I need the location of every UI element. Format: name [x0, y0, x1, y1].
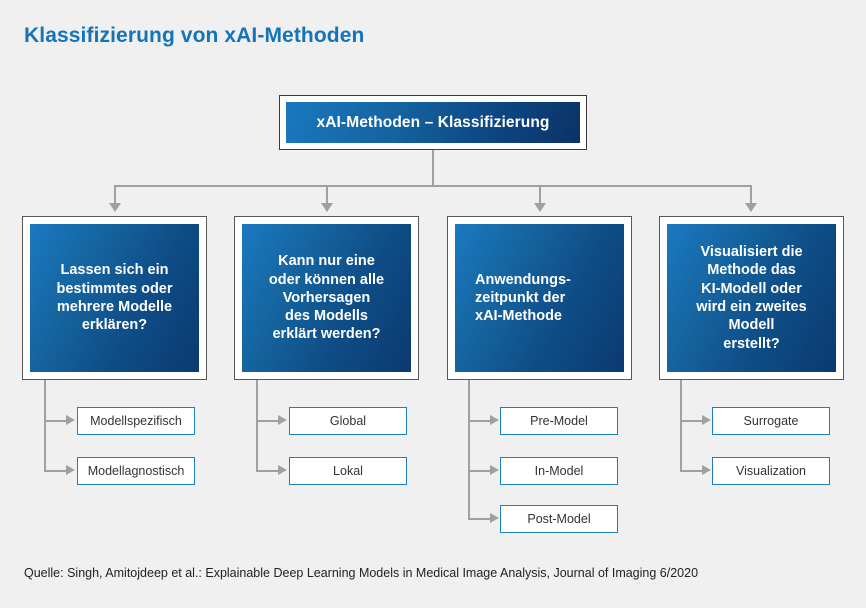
- arrowhead-down-2: [321, 203, 333, 212]
- arrowhead-right-3-3: [490, 513, 499, 523]
- root-node-label: xAI-Methoden – Klassifizierung: [316, 113, 550, 131]
- leaf-label-3-3: Post-Model: [527, 512, 591, 526]
- arrowhead-right-2-2: [278, 465, 287, 475]
- connector-branch-3-1: [468, 420, 492, 422]
- arrowhead-right-1-2: [66, 465, 75, 475]
- connector-branch-2-2: [256, 470, 280, 472]
- root-node-box: xAI-Methoden – Klassifizierung: [279, 95, 587, 150]
- category-label-3: Anwendungs- zeitpunkt der xAI-Methode: [475, 271, 571, 325]
- leaf-label-2-1: Global: [329, 414, 367, 428]
- leaf-box-3-1: Pre-Model: [500, 407, 618, 435]
- category-box-4: Visualisiert die Methode das KI-Modell o…: [659, 216, 844, 380]
- connector-root-bar: [114, 185, 751, 187]
- leaf-label-2-2: Lokal: [333, 464, 363, 478]
- connector-drop-4: [750, 185, 752, 205]
- leaf-box-2-2: Lokal: [289, 457, 407, 485]
- leaf-box-2-1: Global: [289, 407, 407, 435]
- connector-branch-4-2: [680, 470, 704, 472]
- category-fill-2: Kann nur eine oder können alle Vorhersag…: [242, 224, 411, 372]
- connector-branch-4-1: [680, 420, 704, 422]
- connector-root-trunk: [432, 150, 434, 186]
- arrowhead-right-4-1: [702, 415, 711, 425]
- category-fill-4: Visualisiert die Methode das KI-Modell o…: [667, 224, 836, 372]
- leaf-box-4-1: Surrogate: [712, 407, 830, 435]
- connector-trunk-col-1: [44, 380, 46, 471]
- source-caption: Quelle: Singh, Amitojdeep et al.: Explai…: [24, 566, 699, 580]
- category-label-4: Visualisiert die Methode das KI-Modell o…: [696, 244, 807, 352]
- leaf-box-4-2: Visualization: [712, 457, 830, 485]
- leaf-box-1-2: Modellagnostisch: [77, 457, 195, 485]
- category-label-2: Kann nur eine oder können alle Vorhersag…: [268, 253, 385, 343]
- arrowhead-down-3: [534, 203, 546, 212]
- leaf-label-4-1: Surrogate: [743, 414, 799, 428]
- connector-branch-3-2: [468, 470, 492, 472]
- leaf-box-3-3: Post-Model: [500, 505, 618, 533]
- connector-trunk-col-2: [256, 380, 258, 471]
- leaf-box-3-2: In-Model: [500, 457, 618, 485]
- arrowhead-right-2-1: [278, 415, 287, 425]
- leaf-label-4-2: Visualization: [736, 464, 806, 478]
- category-box-2: Kann nur eine oder können alle Vorhersag…: [234, 216, 419, 380]
- page-title: Klassifizierung von xAI-Methoden: [24, 24, 365, 47]
- connector-branch-1-2: [44, 470, 68, 472]
- connector-trunk-col-4: [680, 380, 682, 471]
- category-box-1: Lassen sich ein bestimmtes oder mehrere …: [22, 216, 207, 380]
- connector-drop-3: [539, 185, 541, 205]
- leaf-label-1-2: Modellagnostisch: [87, 464, 185, 478]
- category-label-1: Lassen sich ein bestimmtes oder mehrere …: [56, 262, 173, 334]
- connector-branch-2-1: [256, 420, 280, 422]
- arrowhead-down-1: [109, 203, 121, 212]
- arrowhead-right-1-1: [66, 415, 75, 425]
- connector-drop-1: [114, 185, 116, 205]
- connector-trunk-col-3: [468, 380, 470, 519]
- arrowhead-down-4: [745, 203, 757, 212]
- connector-drop-2: [326, 185, 328, 205]
- connector-branch-1-1: [44, 420, 68, 422]
- arrowhead-right-3-1: [490, 415, 499, 425]
- category-fill-1: Lassen sich ein bestimmtes oder mehrere …: [30, 224, 199, 372]
- leaf-box-1-1: Modellspezifisch: [77, 407, 195, 435]
- category-box-3: Anwendungs- zeitpunkt der xAI-Methode: [447, 216, 632, 380]
- arrowhead-right-3-2: [490, 465, 499, 475]
- arrowhead-right-4-2: [702, 465, 711, 475]
- diagram-canvas: Klassifizierung von xAI-Methoden xAI-Met…: [0, 0, 866, 608]
- connector-branch-3-3: [468, 518, 492, 520]
- category-fill-3: Anwendungs- zeitpunkt der xAI-Methode: [455, 224, 624, 372]
- leaf-label-3-2: In-Model: [534, 464, 584, 478]
- leaf-label-1-1: Modellspezifisch: [90, 414, 182, 428]
- leaf-label-3-1: Pre-Model: [530, 414, 588, 428]
- root-node-fill: xAI-Methoden – Klassifizierung: [286, 102, 580, 143]
